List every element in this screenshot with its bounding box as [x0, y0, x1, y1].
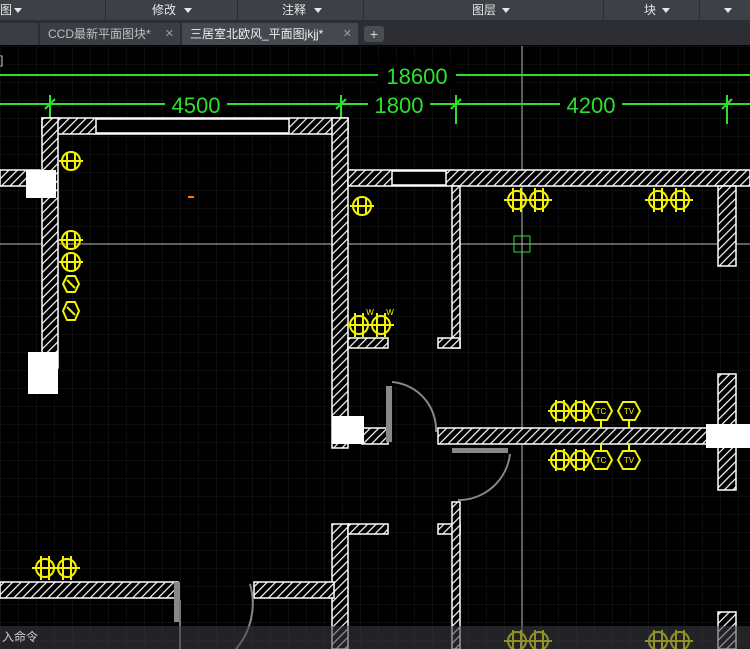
tab-ccd-blocks[interactable]: CCD最新平面图块* ✕: [40, 23, 180, 45]
tab-floorplan[interactable]: 三居室北欧风_平面图jkjj* ✕: [182, 23, 358, 45]
tab-partial[interactable]: [0, 23, 38, 45]
ribbon-panel-annotate-label: 注释: [282, 3, 307, 17]
viewport-label: ]: [0, 53, 3, 67]
add-tab-button[interactable]: +: [364, 26, 384, 42]
w-label: W: [386, 308, 394, 317]
ribbon-panel-bar: 图 修改 注释 图层 块: [0, 0, 750, 21]
command-line[interactable]: 入命令: [0, 626, 750, 649]
drawing-canvas[interactable]: ] 18600 4500 1800 4200 TC TV TC TV W W: [0, 46, 750, 649]
dim-overall-text: 18600: [386, 64, 447, 89]
chevron-down-icon: [724, 8, 732, 13]
ribbon-panel-draw-label: 图: [0, 3, 13, 17]
close-icon[interactable]: ✕: [343, 23, 352, 45]
ribbon-panel-block[interactable]: 块: [604, 0, 700, 20]
w-label: W: [366, 308, 374, 317]
drawing-svg[interactable]: ] 18600 4500 1800 4200 TC TV TC TV W W: [0, 46, 750, 649]
chevron-down-icon: [184, 8, 192, 13]
orange-marker: [188, 196, 194, 198]
ribbon-panel-block-label: 块: [644, 3, 657, 17]
tv-label: TV: [624, 407, 635, 416]
ribbon-panel-layers[interactable]: 图层: [364, 0, 604, 20]
tc-label: TC: [596, 407, 607, 416]
chevron-down-icon: [314, 8, 322, 13]
ribbon-panel-modify-label: 修改: [152, 3, 177, 17]
chevron-down-icon: [502, 8, 510, 13]
close-icon[interactable]: ✕: [165, 23, 174, 45]
tab-floorplan-label: 三居室北欧风_平面图jkjj*: [190, 27, 324, 41]
command-prompt: 入命令: [2, 630, 39, 644]
ribbon-panel-modify[interactable]: 修改: [106, 0, 238, 20]
tc-label: TC: [596, 456, 607, 465]
tab-ccd-blocks-label: CCD最新平面图块*: [48, 27, 151, 41]
chevron-down-icon: [14, 8, 22, 13]
ribbon-panel-annotate[interactable]: 注释: [238, 0, 364, 20]
ribbon-more-button[interactable]: [700, 0, 750, 20]
chevron-down-icon: [662, 8, 670, 13]
dim-d1-text: 4500: [172, 93, 221, 118]
dim-d3-text: 4200: [567, 93, 616, 118]
tv-label: TV: [624, 456, 635, 465]
ribbon-panel-layers-label: 图层: [472, 3, 497, 17]
ribbon-panel-draw[interactable]: 图: [0, 0, 106, 20]
dim-d2-text: 1800: [375, 93, 424, 118]
